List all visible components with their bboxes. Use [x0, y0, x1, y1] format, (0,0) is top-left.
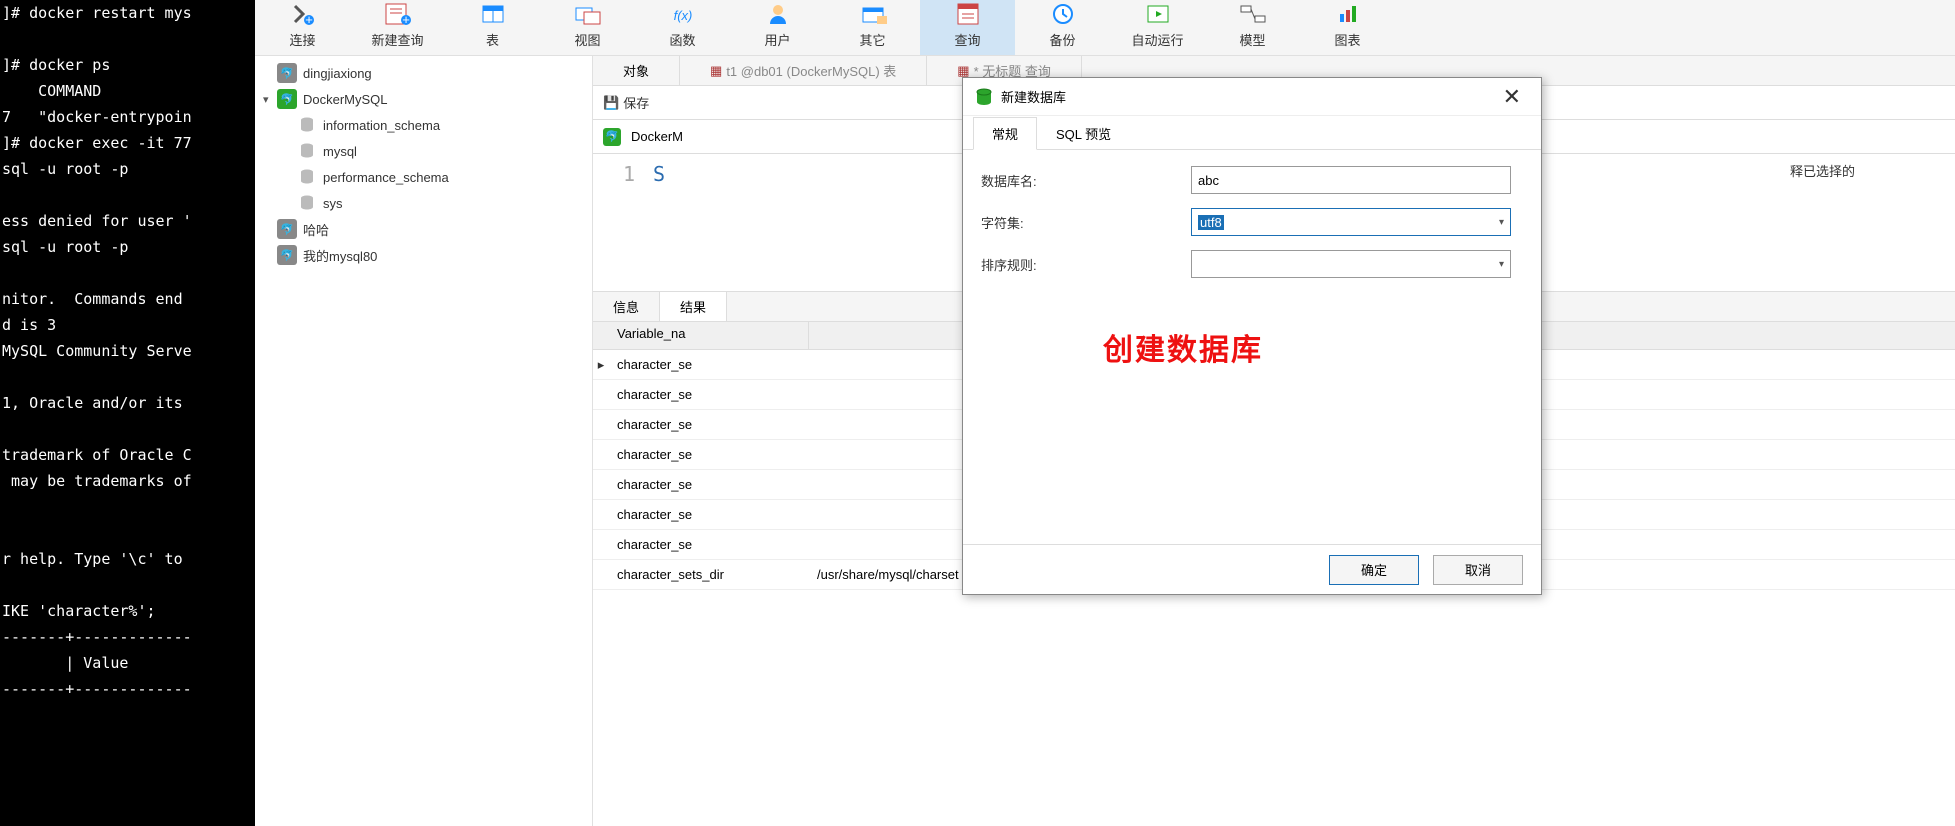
mysql-icon: 🐬 — [603, 128, 621, 146]
toolbar-model[interactable]: 模型 — [1205, 0, 1300, 55]
close-button[interactable]: ✕ — [1495, 84, 1529, 110]
tree-item-mysql[interactable]: mysql — [255, 138, 592, 164]
dialog-titlebar: 新建数据库 ✕ — [963, 78, 1541, 116]
toolbar-user[interactable]: 用户 — [730, 0, 825, 55]
tree-item-我的mysql80[interactable]: 🐬我的mysql80 — [255, 242, 592, 268]
save-icon: 💾 — [603, 95, 619, 111]
tree-item-dingjiaxiong[interactable]: 🐬dingjiaxiong — [255, 60, 592, 86]
query-icon — [950, 0, 986, 28]
toolbar-auto-run[interactable]: 自动运行 — [1110, 0, 1205, 55]
db-name-input[interactable] — [1191, 166, 1511, 194]
view-icon — [570, 0, 606, 28]
svg-text:+: + — [402, 12, 410, 26]
function-icon: f(x) — [665, 0, 701, 28]
tree-item-DockerMySQL[interactable]: ▾🐬DockerMySQL — [255, 86, 592, 112]
charset-combo[interactable]: utf8 ▾ — [1191, 208, 1511, 236]
toolbar-view[interactable]: 视图 — [540, 0, 635, 55]
tree-item-哈哈[interactable]: 🐬哈哈 — [255, 216, 592, 242]
toolbar-function[interactable]: f(x)函数 — [635, 0, 730, 55]
col-variable-name[interactable]: Variable_na — [609, 322, 809, 349]
tab-t1[interactable]: ▦ t1 @db01 (DockerMySQL) 表 — [680, 56, 927, 85]
tree-item-performance_schema[interactable]: performance_schema — [255, 164, 592, 190]
cancel-button[interactable]: 取消 — [1433, 555, 1523, 585]
dialog-body: 数据库名: 字符集: utf8 ▾ 排序规则: ▾ — [963, 150, 1541, 544]
annotation-text: 创建数据库 — [1103, 325, 1263, 369]
collation-label: 排序规则: — [981, 255, 1191, 274]
tab-result[interactable]: 结果 — [660, 292, 727, 321]
tab-object[interactable]: 对象 — [593, 56, 680, 85]
toolbar-query[interactable]: 查询 — [920, 0, 1015, 55]
table-icon: ▦ — [710, 63, 722, 79]
navicat-app: +连接+新建查询表视图f(x)函数用户其它查询备份自动运行模型图表 🐬dingj… — [255, 0, 1955, 826]
collation-combo[interactable]: ▾ — [1191, 250, 1511, 278]
svg-text:f(x): f(x) — [673, 8, 692, 23]
toolbar-table[interactable]: 表 — [445, 0, 540, 55]
toolbar-new-query[interactable]: +新建查询 — [350, 0, 445, 55]
database-icon — [297, 193, 317, 213]
chart-icon — [1330, 0, 1366, 28]
charset-label: 字符集: — [981, 213, 1191, 232]
path-connection[interactable]: 🐬 DockerM — [603, 128, 683, 146]
auto-run-icon — [1140, 0, 1176, 28]
line-number: 1 — [593, 162, 653, 186]
chevron-icon: ▾ — [263, 93, 277, 106]
toolbar-backup[interactable]: 备份 — [1015, 0, 1110, 55]
tab-info[interactable]: 信息 — [593, 292, 660, 321]
chevron-down-icon: ▾ — [1499, 259, 1504, 270]
connection-icon: 🐬 — [277, 219, 297, 239]
save-button[interactable]: 💾 保存 — [603, 93, 649, 112]
dialog-tabs: 常规 SQL 预览 — [963, 116, 1541, 150]
tab-general[interactable]: 常规 — [973, 117, 1037, 150]
database-icon — [297, 167, 317, 187]
charset-value: utf8 — [1198, 215, 1224, 230]
backup-icon — [1045, 0, 1081, 28]
ok-button[interactable]: 确定 — [1329, 555, 1419, 585]
terminal-panel: ]# docker restart mys ]# docker ps COMMA… — [0, 0, 255, 826]
user-icon — [760, 0, 796, 28]
toolbar-connect[interactable]: +连接 — [255, 0, 350, 55]
model-icon — [1235, 0, 1271, 28]
toolbar-other[interactable]: 其它 — [825, 0, 920, 55]
database-icon — [297, 141, 317, 161]
tab-sql-preview[interactable]: SQL 预览 — [1037, 117, 1130, 149]
connection-icon: 🐬 — [277, 89, 297, 109]
toolbar-chart[interactable]: 图表 — [1300, 0, 1395, 55]
dialog-footer: 确定 取消 — [963, 544, 1541, 594]
tree-item-information_schema[interactable]: information_schema — [255, 112, 592, 138]
svg-text:+: + — [305, 12, 313, 26]
connection-icon: 🐬 — [277, 245, 297, 265]
chevron-down-icon: ▾ — [1499, 217, 1504, 228]
database-icon — [297, 115, 317, 135]
database-icon — [975, 88, 993, 106]
connect-icon: + — [285, 0, 321, 28]
advice-text: 释已选择的 — [1790, 161, 1855, 180]
tree-item-sys[interactable]: sys — [255, 190, 592, 216]
connection-icon: 🐬 — [277, 63, 297, 83]
dialog-title: 新建数据库 — [1001, 87, 1066, 106]
sql-code[interactable]: S — [653, 162, 665, 186]
other-icon — [855, 0, 891, 28]
connection-tree: 🐬dingjiaxiong▾🐬DockerMySQLinformation_sc… — [255, 56, 593, 826]
main-toolbar: +连接+新建查询表视图f(x)函数用户其它查询备份自动运行模型图表 — [255, 0, 1955, 56]
new-database-dialog: 新建数据库 ✕ 常规 SQL 预览 数据库名: 字符集: utf8 ▾ — [962, 77, 1542, 595]
db-name-label: 数据库名: — [981, 171, 1191, 190]
new-query-icon: + — [380, 0, 416, 28]
table-icon — [475, 0, 511, 28]
